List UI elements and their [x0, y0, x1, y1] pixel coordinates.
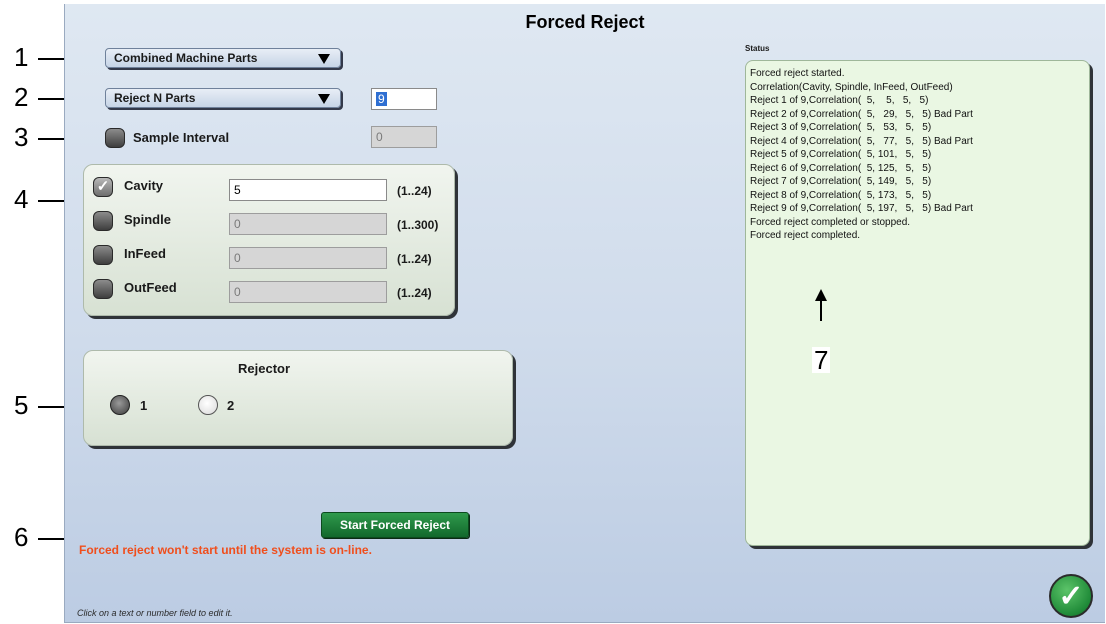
check-icon: ✓ — [1058, 579, 1084, 613]
rejector-1-label: 1 — [140, 398, 148, 413]
cavity-field[interactable]: 5 — [229, 179, 387, 201]
reject-mode-dropdown[interactable]: Reject N Parts — [105, 88, 341, 108]
rejector-title: Rejector — [238, 361, 291, 376]
spindle-range: (1..300) — [397, 218, 439, 232]
correlation-card: ✓ Cavity 5 (1..24) Spindle 0 (1..300) In… — [83, 164, 455, 316]
ok-button[interactable]: ✓ — [1049, 574, 1093, 618]
rejector-1-radio[interactable] — [110, 395, 130, 415]
spindle-value: 0 — [234, 217, 241, 231]
infeed-value: 0 — [234, 251, 241, 265]
status-line: Reject 1 of 9,Correlation( 5, 5, 5, 5) — [750, 95, 929, 106]
status-line: Forced reject completed. — [750, 230, 861, 241]
infeed-checkbox[interactable] — [93, 245, 113, 265]
page-title: Forced Reject — [525, 12, 645, 32]
rejector-2-radio[interactable] — [198, 395, 218, 415]
cavity-label: Cavity — [124, 178, 164, 193]
outfeed-value: 0 — [234, 285, 241, 299]
status-line: Reject 4 of 9,Correlation( 5, 77, 5, 5) … — [750, 135, 973, 147]
callout-2: 2 — [14, 82, 29, 112]
offline-warning: Forced reject won't start until the syst… — [79, 543, 372, 557]
outfeed-field[interactable]: 0 — [229, 281, 387, 303]
status-line: Forced reject started. — [750, 68, 845, 79]
callout-1: 1 — [14, 42, 29, 72]
cavity-checkbox[interactable]: ✓ — [93, 177, 113, 197]
reject-mode-dropdown-label: Reject N Parts — [114, 91, 196, 105]
callout-5: 5 — [14, 390, 29, 420]
status-line: Forced reject completed or stopped. — [750, 216, 911, 228]
infeed-range: (1..24) — [397, 252, 432, 266]
callout-6: 6 — [14, 522, 29, 552]
sample-interval-value: 0 — [376, 130, 383, 144]
callout-3: 3 — [14, 122, 29, 152]
chevron-down-icon — [318, 54, 330, 64]
status-line: Reject 2 of 9,Correlation( 5, 29, 5, 5) … — [750, 108, 973, 120]
outfeed-range: (1..24) — [397, 286, 432, 300]
status-label: Status — [745, 44, 770, 53]
sample-interval-checkbox[interactable] — [105, 128, 125, 148]
sample-interval-field[interactable]: 0 — [371, 126, 437, 148]
spindle-label: Spindle — [124, 212, 171, 227]
cavity-range: (1..24) — [397, 184, 432, 198]
spindle-checkbox[interactable] — [93, 211, 113, 231]
spindle-field[interactable]: 0 — [229, 213, 387, 235]
sample-interval-label: Sample Interval — [133, 130, 230, 145]
callout-7-arrowhead — [815, 289, 827, 301]
status-lines: Forced reject started. Correlation(Cavity… — [750, 67, 973, 243]
status-line: Reject 9 of 9,Correlation( 5, 197, 5, 5)… — [750, 203, 973, 214]
infeed-field[interactable]: 0 — [229, 247, 387, 269]
cavity-value: 5 — [234, 183, 241, 197]
reject-count-field[interactable]: 9 — [371, 88, 437, 110]
reject-count-value: 9 — [376, 92, 387, 106]
status-line: Reject 6 of 9,Correlation( 5, 125, 5, 5) — [750, 162, 932, 174]
status-line: Reject 5 of 9,Correlation( 5, 101, 5, 5) — [750, 149, 932, 160]
rejector-2-label: 2 — [227, 398, 235, 413]
mode-dropdown-label: Combined Machine Parts — [114, 51, 258, 65]
edit-hint: Click on a text or number field to edit … — [77, 608, 233, 618]
status-line: Correlation(Cavity, Spindle, InFeed, Out… — [750, 81, 953, 93]
status-line: Reject 7 of 9,Correlation( 5, 149, 5, 5) — [750, 176, 932, 187]
rejector-card: Rejector 1 2 — [83, 350, 513, 446]
check-icon: ✓ — [96, 178, 110, 195]
outfeed-label: OutFeed — [124, 280, 177, 295]
status-line: Reject 3 of 9,Correlation( 5, 53, 5, 5) — [750, 122, 932, 133]
forced-reject-panel: Forced Reject Combined Machine Parts Rej… — [64, 4, 1105, 623]
outfeed-checkbox[interactable] — [93, 279, 113, 299]
callout-7: 7 — [812, 345, 831, 375]
mode-dropdown[interactable]: Combined Machine Parts — [105, 48, 341, 68]
chevron-down-icon — [318, 94, 330, 104]
status-line: Reject 8 of 9,Correlation( 5, 173, 5, 5) — [750, 189, 932, 201]
infeed-label: InFeed — [124, 246, 166, 261]
start-forced-reject-button[interactable]: Start Forced Reject — [321, 512, 469, 538]
callout-4: 4 — [14, 184, 29, 214]
status-log: Forced reject started. Correlation(Cavity… — [745, 60, 1090, 546]
